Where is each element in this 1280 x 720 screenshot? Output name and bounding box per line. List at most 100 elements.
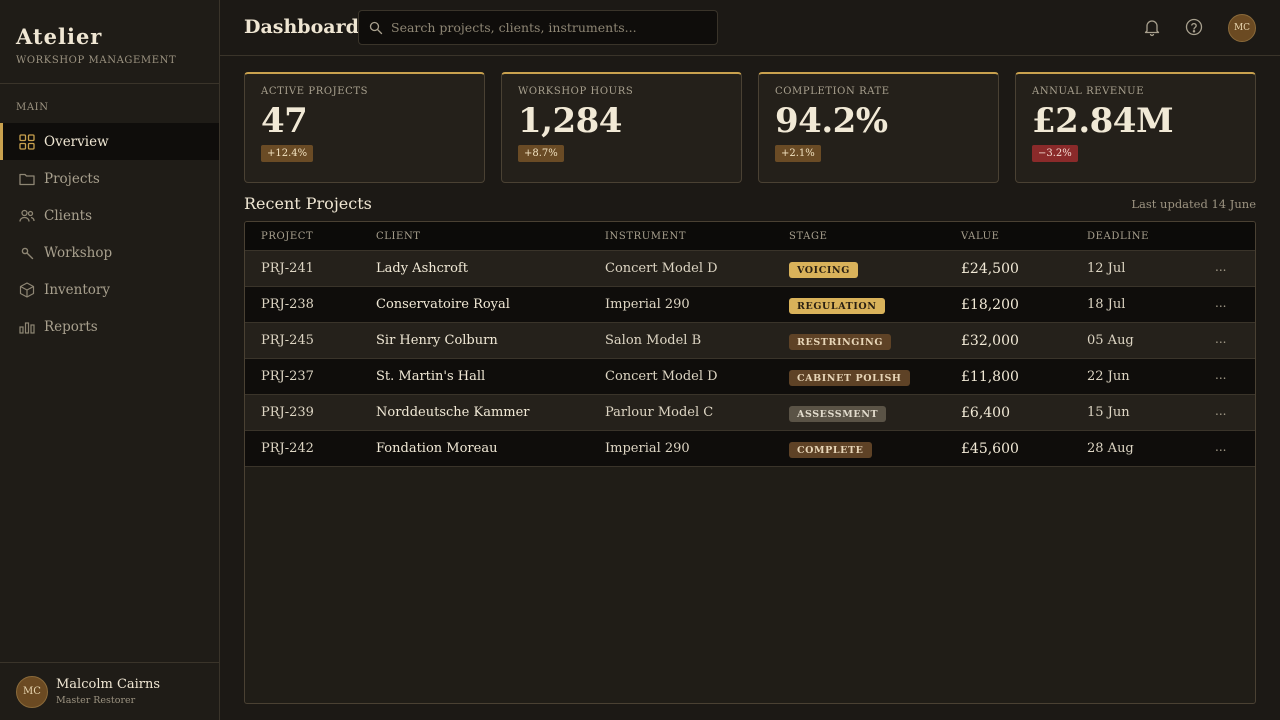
stat-delta-badge: +2.1% [775,145,821,162]
brand: Atelier Workshop Management [0,0,219,84]
cell-deadline: 15 Jun [1087,405,1130,420]
stat-label: Annual Revenue [1032,86,1145,97]
search-input[interactable] [391,20,711,35]
header-avatar[interactable]: MC [1228,14,1256,42]
cell-instrument: Concert Model D [605,261,718,276]
cell-project: PRJ-245 [261,333,314,348]
avatar: MC [16,675,48,708]
cell-client: Fondation Moreau [376,441,498,456]
cell-client: Sir Henry Colburn [376,333,498,348]
column-header-project[interactable]: Project [261,231,313,242]
user-profile[interactable]: MC Malcolm Cairns Master Restorer [0,662,219,720]
cell-value: £11,800 [961,369,1019,385]
cell-instrument: Parlour Model C [605,405,714,420]
stat-value: £2.84M [1032,101,1174,141]
sidebar-item-label: Overview [44,133,109,150]
stat-value: 94.2% [775,101,888,141]
search-icon [369,21,383,34]
cell-deadline: 12 Jul [1087,261,1126,276]
table-row[interactable]: PRJ-238 Conservatoire Royal Imperial 290 £1… [245,287,1255,323]
stat-label: Completion Rate [775,86,890,97]
row-more-button[interactable]: ... [1215,404,1226,418]
brand-subtitle: Workshop Management [16,55,177,66]
users-icon [19,209,35,222]
grid-icon [19,133,35,150]
table-row[interactable]: PRJ-242 Fondation Moreau Imperial 290 £45,6… [245,431,1255,467]
user-name: Malcolm Cairns [56,677,161,692]
table-row[interactable]: PRJ-239 Norddeutsche Kammer Parlour Model … [245,395,1255,431]
column-header-value[interactable]: Value [961,231,1000,242]
nav-section-label: Main [16,102,49,113]
status-badge: Cabinet Polish [789,370,910,386]
table-row[interactable]: PRJ-241 Lady Ashcroft Concert Model D £24,5… [245,251,1255,287]
bar-chart-icon [19,321,35,334]
status-badge: Restringing [789,334,892,350]
sidebar: Atelier Workshop Management Main Overvie… [0,0,220,720]
bell-icon[interactable] [1142,17,1162,37]
stat-label: Workshop Hours [518,86,634,97]
sidebar-item-overview[interactable]: Overview [0,123,219,160]
page-title: Dashboard [244,16,359,38]
cell-client: St. Martin's Hall [376,369,486,384]
cell-instrument: Salon Model B [605,333,702,348]
stat-value: 47 [261,101,308,141]
cell-instrument: Concert Model D [605,369,718,384]
cell-client: Norddeutsche Kammer [376,405,530,420]
cell-deadline: 28 Aug [1087,441,1134,456]
cell-client: Conservatoire Royal [376,297,510,312]
status-badge: Complete [789,442,872,458]
column-header-stage[interactable]: Stage [789,231,827,242]
column-header-deadline[interactable]: Deadline [1087,231,1149,242]
row-more-button[interactable]: ... [1215,368,1226,382]
table-row[interactable]: PRJ-237 St. Martin's Hall Concert Model D £… [245,359,1255,395]
sidebar-item-workshop[interactable]: Workshop [0,234,219,271]
cell-value: £18,200 [961,297,1019,313]
stat-delta-badge: +12.4% [261,145,314,162]
sidebar-item-inventory[interactable]: Inventory [0,271,219,308]
column-header-instrument[interactable]: Instrument [605,231,686,242]
folder-icon [19,173,35,185]
brand-title: Atelier [16,24,103,49]
user-role: Master Restorer [56,695,136,706]
table-header: Project Client Instrument Stage Value De… [245,222,1255,251]
stat-delta-badge: +8.7% [518,145,564,162]
sidebar-item-projects[interactable]: Projects [0,160,219,197]
sidebar-item-label: Inventory [44,281,110,298]
search-bar[interactable] [358,10,718,45]
cell-project: PRJ-237 [261,369,314,384]
cell-value: £32,000 [961,333,1019,349]
status-badge: Assessment [789,406,887,422]
row-more-button[interactable]: ... [1215,332,1226,346]
sidebar-item-label: Reports [44,318,98,335]
cell-instrument: Imperial 290 [605,441,690,456]
projects-table: Project Client Instrument Stage Value De… [244,221,1256,704]
section-title: Recent Projects [244,194,372,213]
row-more-button[interactable]: ... [1215,260,1226,274]
cell-deadline: 05 Aug [1087,333,1134,348]
top-header: Dashboard MC [220,0,1280,56]
sidebar-item-label: Clients [44,207,93,224]
column-header-client[interactable]: Client [376,231,421,242]
last-updated: Last updated 14 June [1131,197,1256,211]
sidebar-item-label: Projects [44,170,100,187]
cell-deadline: 22 Jun [1087,369,1130,384]
table-row[interactable]: PRJ-245 Sir Henry Colburn Salon Model B £32… [245,323,1255,359]
stat-value: 1,284 [518,101,622,141]
sidebar-item-clients[interactable]: Clients [0,197,219,234]
cell-client: Lady Ashcroft [376,261,468,276]
row-more-button[interactable]: ... [1215,296,1226,310]
status-badge: Voicing [789,262,858,278]
stat-card-annual-revenue: Annual Revenue £2.84M −3.2% [1015,72,1256,183]
help-icon[interactable] [1184,17,1204,37]
stat-card-workshop-hours: Workshop Hours 1,284 +8.7% [501,72,742,183]
row-more-button[interactable]: ... [1215,440,1226,454]
cell-value: £6,400 [961,405,1010,421]
cell-value: £24,500 [961,261,1019,277]
stat-card-completion-rate: Completion Rate 94.2% +2.1% [758,72,999,183]
cell-value: £45,600 [961,441,1019,457]
stat-delta-badge: −3.2% [1032,145,1078,162]
cell-project: PRJ-241 [261,261,314,276]
status-badge: Regulation [789,298,885,314]
sidebar-item-reports[interactable]: Reports [0,308,219,345]
stat-card-active-projects: Active Projects 47 +12.4% [244,72,485,183]
